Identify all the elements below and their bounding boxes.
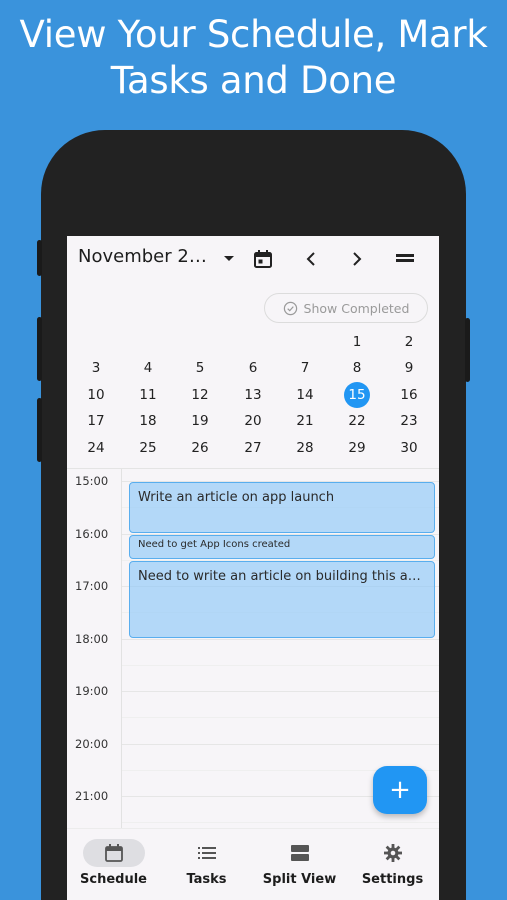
hour-label: 17:00	[75, 579, 109, 593]
calendar-week-row: 17 18 19 20 21 22 23	[67, 408, 439, 434]
calendar-icon[interactable]	[252, 248, 274, 270]
calendar-day[interactable]: 18	[135, 408, 161, 434]
nav-label: Settings	[361, 872, 424, 887]
hour-label: 20:00	[75, 736, 109, 751]
calendar-day[interactable]: 17	[83, 408, 109, 434]
calendar-day[interactable]: 28	[292, 435, 318, 461]
phone-side-button	[37, 240, 42, 276]
show-completed-label: Show Completed	[303, 300, 410, 316]
calendar-day[interactable]: 27	[240, 435, 266, 461]
phone-power-button	[465, 318, 470, 382]
task-event[interactable]: Write an article on app launch	[129, 482, 435, 533]
calendar-day[interactable]: 2	[396, 329, 422, 355]
half-hour-gridline	[122, 717, 439, 719]
calendar-day[interactable]: 23	[396, 408, 422, 434]
calendar-day-selected[interactable]: 15	[344, 381, 370, 408]
calendar-day[interactable]: 20	[240, 408, 266, 434]
app-toolbar: November 2…	[67, 236, 439, 280]
phone-volume-down-button	[37, 398, 42, 462]
task-event[interactable]: Need to get App Icons created	[129, 534, 435, 559]
month-title[interactable]: November 2…	[78, 246, 207, 267]
calendar-day[interactable]: 10	[83, 382, 109, 408]
add-task-button[interactable]: +	[373, 766, 427, 814]
calendar-day[interactable]: 4	[135, 355, 161, 381]
hour-gridline	[122, 743, 439, 745]
gear-icon	[362, 839, 424, 867]
half-hour-gridline	[122, 822, 439, 824]
chevron-left-icon[interactable]	[300, 248, 322, 270]
promo-headline: View Your Schedule, Mark Tasks and Done	[0, 12, 507, 104]
calendar-day[interactable]: 21	[292, 408, 318, 434]
calendar-day[interactable]: 12	[187, 382, 213, 408]
nav-item-split-view[interactable]: Split View	[253, 829, 346, 900]
calendar-day[interactable]: 6	[240, 355, 266, 381]
headline-line-2: Tasks and Done	[110, 59, 397, 102]
hour-label: 18:00	[75, 631, 109, 646]
month-calendar-grid: 1 2 3 4 5 6 7 8 9 10 11 12 13 14 15 16 17 18 19 20 21 22 23 24 2…	[67, 329, 439, 461]
hour-gridline	[122, 691, 439, 692]
calendar-week-row: 24 25 26 27 28 29 30	[67, 435, 439, 461]
calendar-day[interactable]: 24	[83, 435, 109, 461]
nav-item-tasks[interactable]: Tasks	[160, 829, 253, 900]
time-column-divider	[121, 469, 122, 829]
split-view-icon	[269, 839, 331, 867]
list-icon	[176, 839, 238, 867]
app-screen: November 2… Show Completed 1 2 3 4 5 6 7 8 9 10 11…	[67, 236, 439, 900]
nav-label: Tasks	[186, 872, 227, 887]
hour-label: 15:00	[75, 474, 109, 488]
calendar-day[interactable]: 9	[396, 355, 422, 381]
calendar-day[interactable]: 26	[187, 435, 213, 461]
task-event[interactable]: Need to write an article on building thi…	[129, 560, 435, 638]
half-hour-gridline	[122, 664, 439, 666]
show-completed-button[interactable]: Show Completed	[264, 293, 428, 323]
calendar-week-row: 10 11 12 13 14 15 16	[67, 381, 439, 408]
menu-icon[interactable]	[394, 248, 416, 270]
nav-label: Split View	[262, 872, 337, 887]
calendar-week-row: 12	[67, 329, 439, 355]
headline-line-1: View Your Schedule, Mark	[19, 13, 488, 56]
calendar-day[interactable]: 13	[240, 382, 266, 408]
hour-gridline	[122, 638, 439, 640]
hour-label: 19:00	[75, 684, 109, 698]
calendar-day[interactable]: 14	[292, 382, 318, 408]
calendar-day[interactable]: 22	[344, 408, 370, 434]
calendar-icon	[82, 839, 145, 867]
calendar-day[interactable]: 30	[396, 435, 422, 461]
hour-label: 21:00	[75, 789, 109, 803]
phone-volume-up-button	[37, 317, 42, 381]
calendar-day[interactable]: 3	[83, 355, 109, 381]
bottom-navigation: Schedule Tasks Split View Settings	[67, 828, 439, 900]
chevron-right-icon[interactable]	[346, 248, 368, 270]
calendar-week-row: 345 6789	[67, 355, 439, 381]
calendar-day[interactable]: 5	[187, 355, 213, 381]
calendar-day[interactable]: 1	[344, 329, 370, 355]
calendar-day[interactable]: 19	[187, 408, 213, 434]
nav-item-settings[interactable]: Settings	[346, 829, 439, 900]
nav-item-schedule[interactable]: Schedule	[67, 829, 160, 900]
hour-label: 16:00	[75, 526, 109, 541]
calendar-day[interactable]: 29	[344, 435, 370, 461]
check-circle-icon	[283, 301, 297, 315]
calendar-day[interactable]: 8	[344, 355, 370, 381]
calendar-day[interactable]: 7	[292, 355, 318, 381]
dropdown-arrow-icon[interactable]	[218, 248, 240, 270]
calendar-day[interactable]: 25	[135, 435, 161, 461]
nav-label: Schedule	[80, 872, 147, 887]
calendar-day[interactable]: 11	[135, 382, 161, 408]
calendar-day[interactable]: 16	[396, 382, 422, 408]
